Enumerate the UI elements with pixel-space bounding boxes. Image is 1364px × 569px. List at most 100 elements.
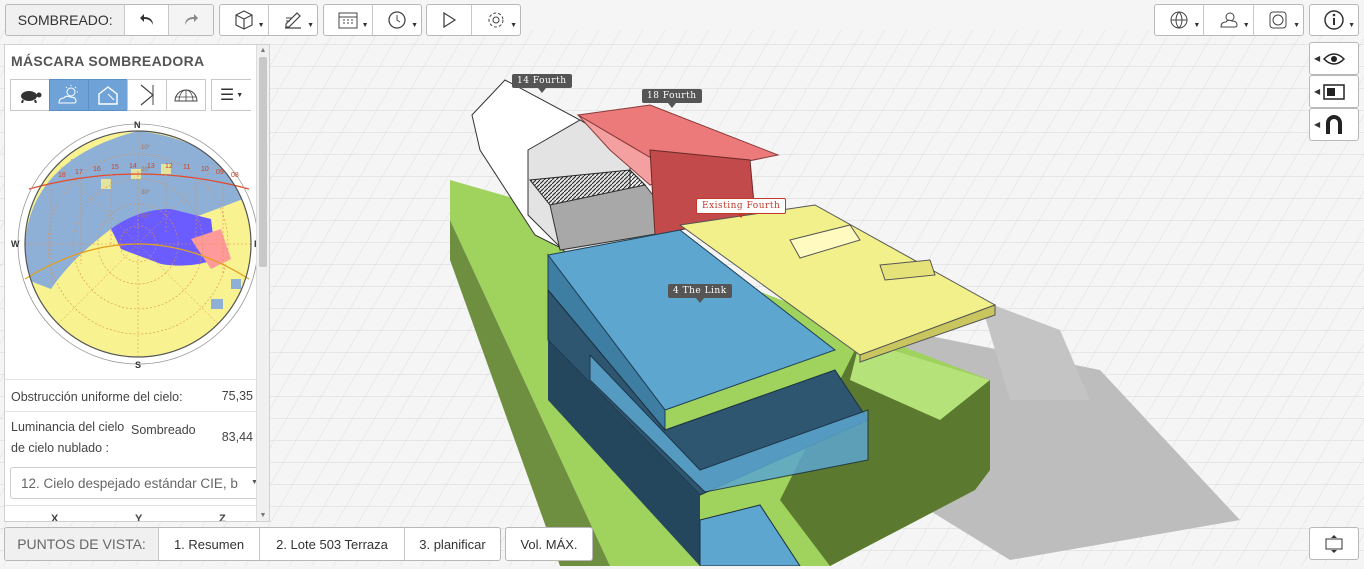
scene-tag[interactable]: 14 Fourth bbox=[512, 74, 572, 93]
chevron-down-icon: ▼ bbox=[361, 22, 369, 29]
play-button[interactable] bbox=[427, 5, 473, 35]
hour-label: 18 bbox=[58, 172, 66, 179]
altitude-label: 10° bbox=[141, 145, 151, 151]
panel-toggle-button[interactable]: ◀ bbox=[1309, 75, 1359, 108]
hour-label: 08 bbox=[231, 172, 239, 179]
cube-icon bbox=[235, 10, 253, 30]
chevron-down-icon: ▼ bbox=[1348, 22, 1355, 29]
column-x: X bbox=[51, 513, 59, 522]
viewpoint-4[interactable]: Vol. MÁX. bbox=[505, 527, 593, 561]
info-icon bbox=[1324, 10, 1344, 30]
scene-tag[interactable]: 4 The Link bbox=[668, 284, 732, 303]
compass-south: S bbox=[135, 360, 141, 369]
sun-cloud-button[interactable] bbox=[49, 79, 89, 111]
panel-scrollbar[interactable]: ▲ ▼ bbox=[256, 45, 269, 521]
compass-north: N bbox=[134, 120, 141, 130]
column-y: Y bbox=[135, 513, 143, 522]
sky-icon bbox=[1220, 12, 1238, 28]
snap-button[interactable]: ◀ bbox=[1309, 108, 1359, 141]
gear-icon bbox=[488, 12, 504, 28]
globe-button[interactable]: ▼ bbox=[1155, 5, 1205, 35]
shading-mask-panel: MÁSCARA SOMBREADORA ☰ ▼ 18 17 16 15 14 1… bbox=[4, 44, 270, 522]
hour-label: 16 bbox=[93, 166, 101, 173]
edit-button[interactable]: ▼ bbox=[269, 5, 318, 35]
sky-model-select[interactable]: 12. Cielo despejado estándar CIE, b bbox=[10, 467, 258, 499]
chevron-down-icon: ▼ bbox=[1242, 22, 1250, 29]
scene-tag[interactable]: 18 Fourth bbox=[642, 89, 702, 108]
undo-button[interactable] bbox=[125, 5, 170, 35]
compass-west: W bbox=[11, 239, 20, 249]
chevron-down-icon: ▼ bbox=[411, 22, 418, 29]
chevron-down-icon: ▼ bbox=[236, 91, 244, 99]
redo-button[interactable] bbox=[169, 5, 213, 35]
time-tools-group: ▼ ▼ bbox=[323, 4, 422, 36]
viewpoint-3[interactable]: 3. planificar bbox=[405, 528, 500, 560]
shading-mode-group: SOMBREADO: bbox=[5, 4, 214, 36]
shading-mode-label[interactable]: SOMBREADO: bbox=[6, 5, 126, 35]
panel-menu-button[interactable]: ☰ ▼ bbox=[211, 79, 251, 111]
scene-tag[interactable]: Existing Fourth bbox=[696, 198, 787, 218]
altitude-label: 20° bbox=[141, 167, 151, 173]
viewpoints-label: PUNTOS DE VISTA: bbox=[5, 528, 159, 560]
panel-icon bbox=[1323, 83, 1345, 100]
sun-shade-icon bbox=[98, 86, 118, 105]
sky-luminance-label: Luminancia del cielo bbox=[11, 420, 125, 434]
chevron-down-icon: ▼ bbox=[1293, 22, 1301, 29]
viewpoints-bar: PUNTOS DE VISTA: 1. Resumen 2. Lote 503 … bbox=[4, 527, 501, 561]
calendar-button[interactable]: ▼ bbox=[324, 5, 373, 35]
divider bbox=[5, 505, 257, 506]
hour-label: 10 bbox=[201, 166, 209, 173]
clock-icon bbox=[388, 11, 406, 29]
menu-icon: ☰ bbox=[219, 87, 235, 104]
sky-luminance-value: 83,44 bbox=[221, 430, 253, 444]
scroll-up-icon[interactable]: ▲ bbox=[257, 47, 269, 54]
hour-label: 15 bbox=[111, 164, 119, 171]
dome-icon bbox=[174, 89, 198, 102]
column-z: Z bbox=[219, 513, 226, 522]
fit-view-button[interactable] bbox=[1309, 527, 1359, 560]
sky-obstruction-value: 75,35 bbox=[221, 389, 253, 403]
panel-toolbar: ☰ ▼ bbox=[10, 79, 251, 113]
sky-button[interactable]: ▼ bbox=[1204, 5, 1254, 35]
cube-button[interactable]: ▼ bbox=[220, 5, 269, 35]
chevron-down-icon: ▼ bbox=[257, 22, 265, 29]
scroll-down-icon[interactable]: ▼ bbox=[257, 512, 269, 519]
clock-button[interactable]: ▼ bbox=[373, 5, 422, 35]
info-button[interactable]: ▼ bbox=[1309, 4, 1359, 36]
hour-label: 14 bbox=[129, 163, 137, 170]
divider bbox=[5, 379, 257, 380]
sky-model-value: 12. Cielo despejado estándar CIE, b bbox=[21, 475, 238, 491]
turtle-button[interactable] bbox=[10, 79, 50, 111]
sky-luminance-label-2: de cielo nublado : bbox=[11, 441, 109, 455]
sundial-button[interactable]: ▼ bbox=[1254, 5, 1303, 35]
viewpoint-1[interactable]: 1. Resumen bbox=[159, 528, 260, 560]
altitude-label: 40° bbox=[141, 214, 151, 220]
sundial-icon bbox=[1269, 11, 1287, 29]
magnet-icon bbox=[1326, 114, 1342, 134]
fit-view-icon bbox=[1325, 534, 1343, 553]
calendar-icon bbox=[338, 12, 358, 29]
viewpoint-2[interactable]: 2. Lote 503 Terraza bbox=[260, 528, 405, 560]
redo-arrow-icon bbox=[185, 14, 199, 25]
eye-icon bbox=[1323, 52, 1345, 65]
globe-icon bbox=[1170, 11, 1188, 29]
sun-path-diagram: 18 17 16 15 14 13 12 11 10 09 08 40° 30°… bbox=[11, 120, 260, 369]
edit-icon bbox=[284, 12, 301, 29]
sun-shade-button[interactable] bbox=[88, 79, 128, 111]
model-tools-group: ▼ ▼ bbox=[219, 4, 318, 36]
environment-group: ▼ ▼ ▼ bbox=[1154, 4, 1304, 36]
panel-title: MÁSCARA SOMBREADORA bbox=[11, 53, 205, 69]
visibility-button[interactable]: ◀ bbox=[1309, 42, 1359, 75]
chevron-down-icon: ▼ bbox=[510, 22, 517, 29]
playback-group: ▼ bbox=[426, 4, 521, 36]
hour-label: 17 bbox=[75, 169, 83, 176]
play-icon bbox=[443, 12, 457, 28]
scroll-thumb[interactable] bbox=[259, 57, 267, 267]
dome-button[interactable] bbox=[166, 79, 206, 111]
undo-arrow-icon bbox=[139, 14, 153, 25]
sky-obstruction-label: Obstrucción uniforme del cielo: bbox=[11, 390, 183, 404]
chevron-down-icon: ▼ bbox=[1193, 22, 1201, 29]
projection-button[interactable] bbox=[127, 79, 167, 111]
settings-button[interactable]: ▼ bbox=[472, 5, 520, 35]
projection-icon bbox=[140, 84, 154, 106]
